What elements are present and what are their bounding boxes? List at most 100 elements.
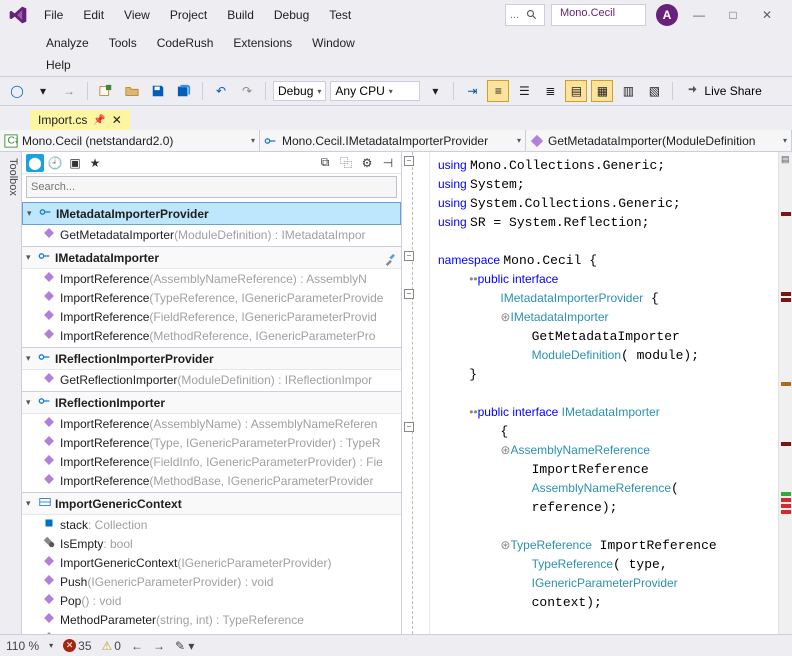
save-all-icon[interactable]	[173, 80, 195, 102]
member-item[interactable]: IsEmpty : bool	[22, 534, 401, 553]
outline-collapse-icon[interactable]: −	[404, 289, 414, 299]
redo-icon[interactable]: ↷	[236, 80, 258, 102]
maximize-button[interactable]: □	[716, 2, 750, 28]
list-icon[interactable]: ☰	[513, 80, 535, 102]
outline-collapse-icon[interactable]: −	[404, 156, 414, 166]
live-share-icon	[686, 84, 700, 98]
solution-title[interactable]: Mono.Cecil	[551, 4, 646, 26]
brush-icon[interactable]: ✎ ▾	[175, 639, 194, 653]
nav-next-icon[interactable]: →	[153, 639, 165, 653]
menu-debug[interactable]: Debug	[264, 4, 319, 26]
member-item[interactable]: ImportReference(AssemblyNameReference) :…	[22, 269, 401, 288]
member-item[interactable]: ImportReference(FieldReference, IGeneric…	[22, 307, 401, 326]
error-count[interactable]: ✕ 35	[63, 639, 91, 653]
hl-icon1[interactable]: ≡	[487, 80, 509, 102]
pin-icon[interactable]: 📌	[93, 115, 105, 126]
menu-window[interactable]: Window	[302, 32, 365, 54]
config-combo[interactable]: Debug▾	[273, 81, 326, 101]
screwdriver-icon[interactable]	[384, 252, 398, 266]
member-item[interactable]: ImportReference(FieldInfo, IGenericParam…	[22, 452, 401, 471]
copy-icon[interactable]: ⧉	[316, 154, 334, 172]
close-button[interactable]: ✕	[750, 2, 784, 28]
member-item[interactable]: stack : Collection	[22, 515, 401, 534]
save-icon[interactable]	[147, 80, 169, 102]
code-text[interactable]: using Mono.Collections.Generic; using Sy…	[430, 152, 778, 634]
menubar: File Edit View Project Build Debug Test	[34, 4, 505, 26]
structure-tree[interactable]: ▾IMetadataImporterProviderGetMetadataImp…	[22, 202, 401, 634]
menu-extensions[interactable]: Extensions	[223, 32, 302, 54]
open-file-icon[interactable]	[121, 80, 143, 102]
nav-member-combo[interactable]: GetMetadataImporter(ModuleDefinition▾	[526, 130, 792, 151]
member-item[interactable]: Pop() : void	[22, 591, 401, 610]
member-item[interactable]: ImportReference(TypeReference, IGenericP…	[22, 288, 401, 307]
tab-import-cs[interactable]: Import.cs 📌 ✕	[30, 110, 130, 130]
menu-coderush[interactable]: CodeRush	[147, 32, 224, 54]
play-dropdown[interactable]: ▾	[424, 80, 446, 102]
member-item[interactable]: ImportGenericContext(IGenericParameterPr…	[22, 553, 401, 572]
menu-help[interactable]: Help	[36, 56, 81, 76]
menu-edit[interactable]: Edit	[73, 4, 114, 26]
window-icon[interactable]: ▣	[66, 154, 84, 172]
outline-collapse-icon[interactable]: −	[404, 422, 414, 432]
new-project-icon[interactable]	[95, 80, 117, 102]
menu-file[interactable]: File	[34, 4, 73, 26]
member-item[interactable]: Push(IGenericParameterProvider) : void	[22, 572, 401, 591]
member-item[interactable]: ImportReference(MethodBase, IGenericPara…	[22, 471, 401, 490]
main-toolbar: ◯ ▾ → ↶ ↷ Debug▾ Any CPU▾ ▾ ⇥ ≡ ☰ ≣ ▤ ▦ …	[0, 76, 792, 106]
user-avatar[interactable]: A	[656, 4, 678, 26]
minimize-button[interactable]: —	[682, 2, 716, 28]
structure-search[interactable]	[26, 176, 397, 198]
nav-back-button[interactable]: ◯	[6, 80, 28, 102]
copy2-icon[interactable]: ⿻	[337, 154, 355, 172]
gear-icon[interactable]: ⚙	[358, 154, 376, 172]
structure-search-input[interactable]	[31, 181, 392, 193]
clock-icon[interactable]: 🕘	[46, 154, 64, 172]
star-icon[interactable]: ★	[86, 154, 104, 172]
outline-collapse-icon[interactable]: −	[404, 251, 414, 261]
code-editor[interactable]: − − − − using Mono.Collections.Generic; …	[402, 152, 792, 634]
code-icon2[interactable]: ▧	[643, 80, 665, 102]
nav-back-arrow[interactable]: ▾	[32, 80, 54, 102]
section-header[interactable]: ▾IReflectionImporter	[22, 391, 401, 414]
overview-ruler[interactable]: ▤	[778, 152, 792, 634]
titlebar: File Edit View Project Build Debug Test …	[0, 0, 792, 30]
step-icon[interactable]: ⇥	[461, 80, 483, 102]
warning-count[interactable]: ⚠ 0	[102, 639, 121, 653]
undo-icon[interactable]: ↶	[210, 80, 232, 102]
indent-icon[interactable]: ≣	[539, 80, 561, 102]
quick-launch[interactable]	[505, 4, 545, 26]
menu-build[interactable]: Build	[217, 4, 264, 26]
member-item[interactable]: GetMetadataImporter(ModuleDefinition) : …	[22, 225, 401, 244]
nav-type-combo[interactable]: Mono.Cecil.IMetadataImporterProvider▾	[260, 130, 526, 151]
menu-project[interactable]: Project	[160, 4, 217, 26]
menu-analyze[interactable]: Analyze	[36, 32, 99, 54]
hl-icon3[interactable]: ▦	[591, 80, 613, 102]
nav-fwd-button[interactable]: →	[58, 80, 80, 102]
code-icon1[interactable]: ▥	[617, 80, 639, 102]
quick-launch-input[interactable]	[510, 9, 526, 21]
nav-prev-icon[interactable]: ←	[131, 639, 143, 653]
member-item[interactable]: ImportReference(AssemblyName) : Assembly…	[22, 414, 401, 433]
toolbox-tab[interactable]: Toolbox	[0, 152, 22, 634]
menu-tools[interactable]: Tools	[99, 32, 147, 54]
menu-test[interactable]: Test	[319, 4, 361, 26]
tab-close-icon[interactable]: ✕	[112, 113, 122, 127]
member-item[interactable]: ImportReference(Type, IGenericParameterP…	[22, 433, 401, 452]
nav-project-combo[interactable]: C# Mono.Cecil (netstandard2.0)▾	[0, 130, 260, 151]
member-item[interactable]: GetReflectionImporter(ModuleDefinition) …	[22, 370, 401, 389]
split-icon[interactable]: ▤	[781, 154, 790, 165]
section-header[interactable]: ▾IReflectionImporterProvider	[22, 347, 401, 370]
pin-pane-icon[interactable]: ⊣	[379, 154, 397, 172]
member-item[interactable]: MethodParameter(string, int) : TypeRefer…	[22, 610, 401, 629]
zoom-level[interactable]: 110 %	[6, 639, 39, 653]
section-header[interactable]: ▾ImportGenericContext	[22, 492, 401, 515]
section-header[interactable]: ▾IMetadataImporter	[22, 246, 401, 269]
member-item[interactable]: ImportReference(MethodReference, IGeneri…	[22, 326, 401, 345]
menu-view[interactable]: View	[114, 4, 160, 26]
live-share-button[interactable]: Live Share	[680, 84, 767, 98]
section-header[interactable]: ▾IMetadataImporterProvider	[22, 202, 401, 225]
csharp-project-icon: C#	[4, 134, 18, 148]
marker-icon[interactable]: ⬤	[26, 154, 44, 172]
platform-combo[interactable]: Any CPU▾	[330, 81, 420, 101]
hl-icon2[interactable]: ▤	[565, 80, 587, 102]
